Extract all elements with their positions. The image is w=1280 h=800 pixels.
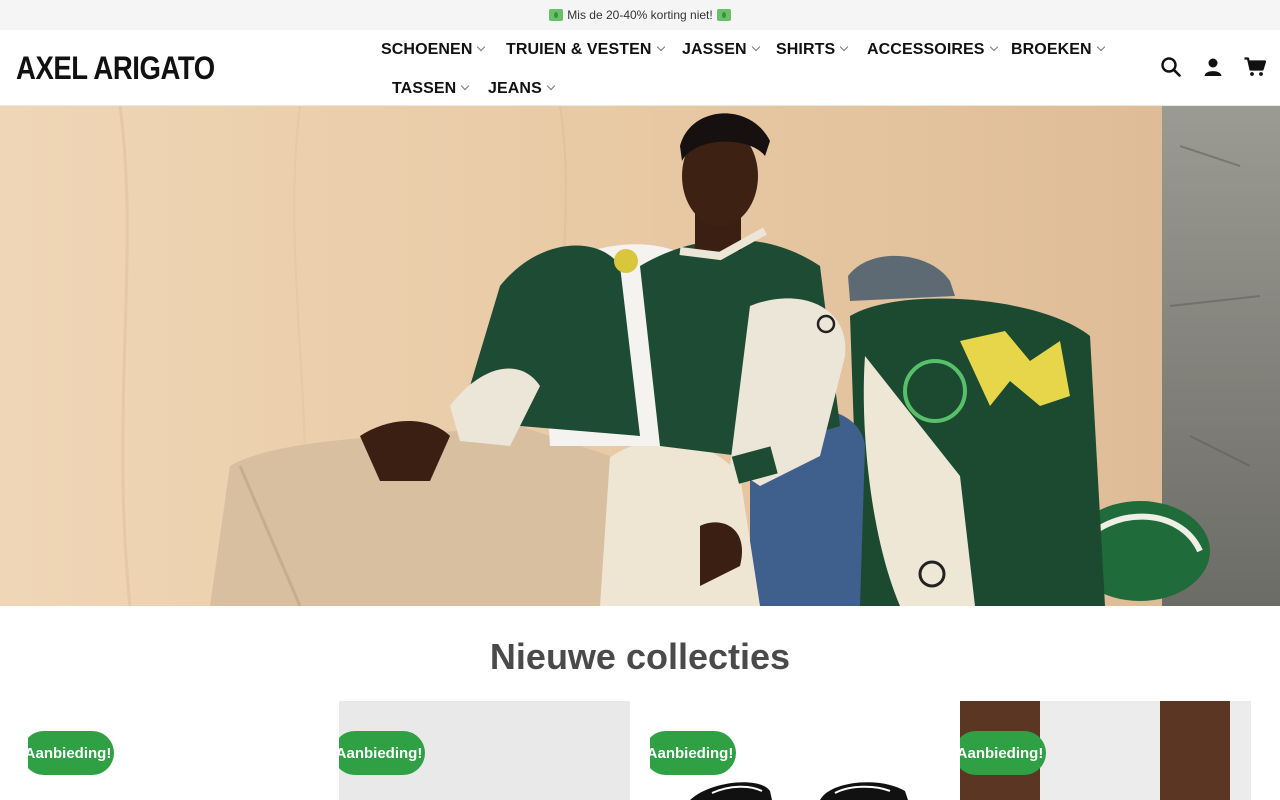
nav-item-shirts[interactable]: SHIRTS xyxy=(776,41,849,59)
hero-banner[interactable] xyxy=(0,106,1280,606)
nav-item-jeans[interactable]: JEANS xyxy=(488,80,556,98)
product-card[interactable]: Aanbieding! xyxy=(960,701,1251,800)
chevron-down-icon xyxy=(477,42,486,52)
promo-text: Mis de 20-40% korting niet! xyxy=(567,8,713,22)
search-icon[interactable] xyxy=(1160,56,1182,78)
nav-item-broeken[interactable]: BROEKEN xyxy=(1011,41,1105,59)
site-header: AXEL ARIGATO SCHOENEN TRUIEN & VESTEN JA… xyxy=(0,30,1280,106)
hero-image xyxy=(0,106,1280,606)
chevron-down-icon xyxy=(840,42,849,52)
sale-badge: Aanbieding! xyxy=(650,731,736,775)
cart-icon[interactable] xyxy=(1244,56,1266,78)
section-title: Nieuwe collecties xyxy=(489,636,791,677)
sale-badge: Aanbieding! xyxy=(339,731,425,775)
nav-item-schoenen[interactable]: SCHOENEN xyxy=(381,41,486,59)
chevron-down-icon xyxy=(461,81,470,91)
product-card[interactable]: Aanbieding! xyxy=(28,701,319,800)
product-card[interactable]: Aanbieding! xyxy=(339,701,630,800)
promo-bar: Mis de 20-40% korting niet! xyxy=(0,0,1280,30)
nav-item-truien-vesten[interactable]: TRUIEN & VESTEN xyxy=(506,41,665,59)
sale-badge: Aanbieding! xyxy=(28,731,114,775)
sale-badge: Aanbieding! xyxy=(960,731,1046,775)
product-grid: Aanbieding! Aanbieding! Aanbieding! Aanb… xyxy=(0,701,1280,800)
chevron-down-icon xyxy=(656,42,665,52)
product-card[interactable]: Aanbieding! xyxy=(650,701,941,800)
chevron-down-icon xyxy=(1096,42,1105,52)
nav-item-accessoires[interactable]: ACCESSOIRES xyxy=(867,41,998,59)
money-icon xyxy=(716,9,731,21)
header-icons xyxy=(1160,56,1266,78)
nav-item-tassen[interactable]: TASSEN xyxy=(392,80,470,98)
money-icon xyxy=(549,9,564,21)
chevron-down-icon xyxy=(546,81,556,91)
chevron-down-icon xyxy=(989,42,998,52)
nav-item-jassen[interactable]: JASSEN xyxy=(682,41,760,59)
chevron-down-icon xyxy=(751,42,760,52)
account-icon[interactable] xyxy=(1202,56,1224,78)
site-logo[interactable]: AXEL ARIGATO xyxy=(16,50,215,87)
